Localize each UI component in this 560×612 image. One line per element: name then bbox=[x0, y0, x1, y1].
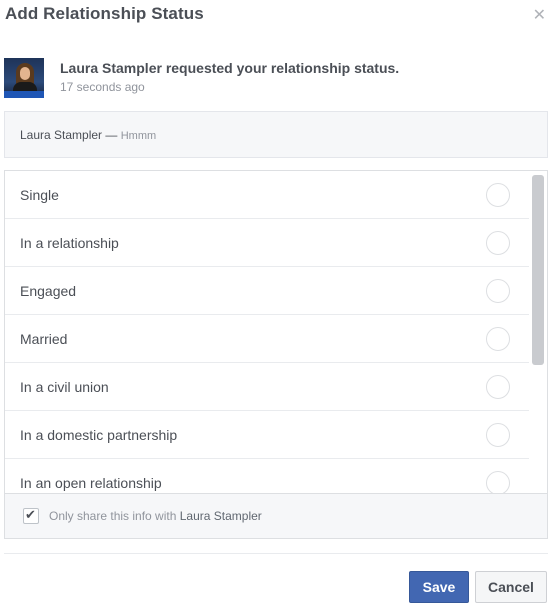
option-engaged[interactable]: Engaged bbox=[5, 267, 529, 315]
radio-button[interactable] bbox=[486, 231, 510, 255]
save-button[interactable]: Save bbox=[409, 571, 469, 603]
checkmark-icon: ✔ bbox=[25, 507, 36, 522]
request-notification: Laura Stampler requested your relationsh… bbox=[0, 52, 560, 108]
option-open-relationship[interactable]: In an open relationship bbox=[5, 459, 529, 493]
close-icon[interactable]: ✕ bbox=[533, 8, 546, 24]
radio-button[interactable] bbox=[486, 471, 510, 493]
dialog-header: Add Relationship Status ✕ bbox=[0, 0, 560, 40]
option-civil-union[interactable]: In a civil union bbox=[5, 363, 529, 411]
share-privacy-bar: ✔ Only share this info with Laura Stampl… bbox=[4, 493, 548, 539]
share-text: Only share this info with Laura Stampler bbox=[49, 509, 262, 523]
option-domestic-partnership[interactable]: In a domestic partnership bbox=[5, 411, 529, 459]
relationship-options-list: Single In a relationship Engaged Married… bbox=[4, 170, 548, 493]
option-label: Married bbox=[20, 331, 68, 347]
footer-divider bbox=[4, 553, 548, 554]
request-timestamp: 17 seconds ago bbox=[60, 80, 145, 94]
requester-note-box: Laura Stampler — Hmmm bbox=[4, 111, 548, 158]
share-recipient: Laura Stampler bbox=[179, 509, 262, 523]
relationship-status-dialog: Add Relationship Status ✕ Laura Stampler… bbox=[0, 0, 560, 612]
radio-button[interactable] bbox=[486, 375, 510, 399]
option-label: In a relationship bbox=[20, 235, 119, 251]
option-label: In an open relationship bbox=[20, 475, 162, 491]
share-checkbox[interactable]: ✔ bbox=[23, 507, 39, 524]
share-label: Only share this info with bbox=[49, 509, 177, 523]
avatar bbox=[4, 58, 44, 98]
radio-button[interactable] bbox=[486, 327, 510, 351]
cancel-button[interactable]: Cancel bbox=[475, 571, 547, 603]
requester-name: Laura Stampler — bbox=[20, 128, 118, 142]
option-married[interactable]: Married bbox=[5, 315, 529, 363]
requester-note: Hmmm bbox=[120, 130, 157, 142]
dialog-title: Add Relationship Status bbox=[5, 4, 204, 23]
scroll-thumb[interactable] bbox=[532, 175, 544, 365]
list-scrollbar[interactable] bbox=[532, 175, 544, 491]
option-in-a-relationship[interactable]: In a relationship bbox=[5, 219, 529, 267]
option-label: In a civil union bbox=[20, 379, 109, 395]
request-text: Laura Stampler requested your relationsh… bbox=[60, 60, 400, 76]
option-single[interactable]: Single bbox=[5, 171, 529, 219]
option-label: In a domestic partnership bbox=[20, 427, 178, 443]
radio-button[interactable] bbox=[486, 279, 510, 303]
radio-button[interactable] bbox=[486, 423, 510, 447]
option-label: Single bbox=[20, 187, 59, 203]
option-label: Engaged bbox=[20, 283, 77, 299]
radio-button[interactable] bbox=[486, 183, 510, 207]
